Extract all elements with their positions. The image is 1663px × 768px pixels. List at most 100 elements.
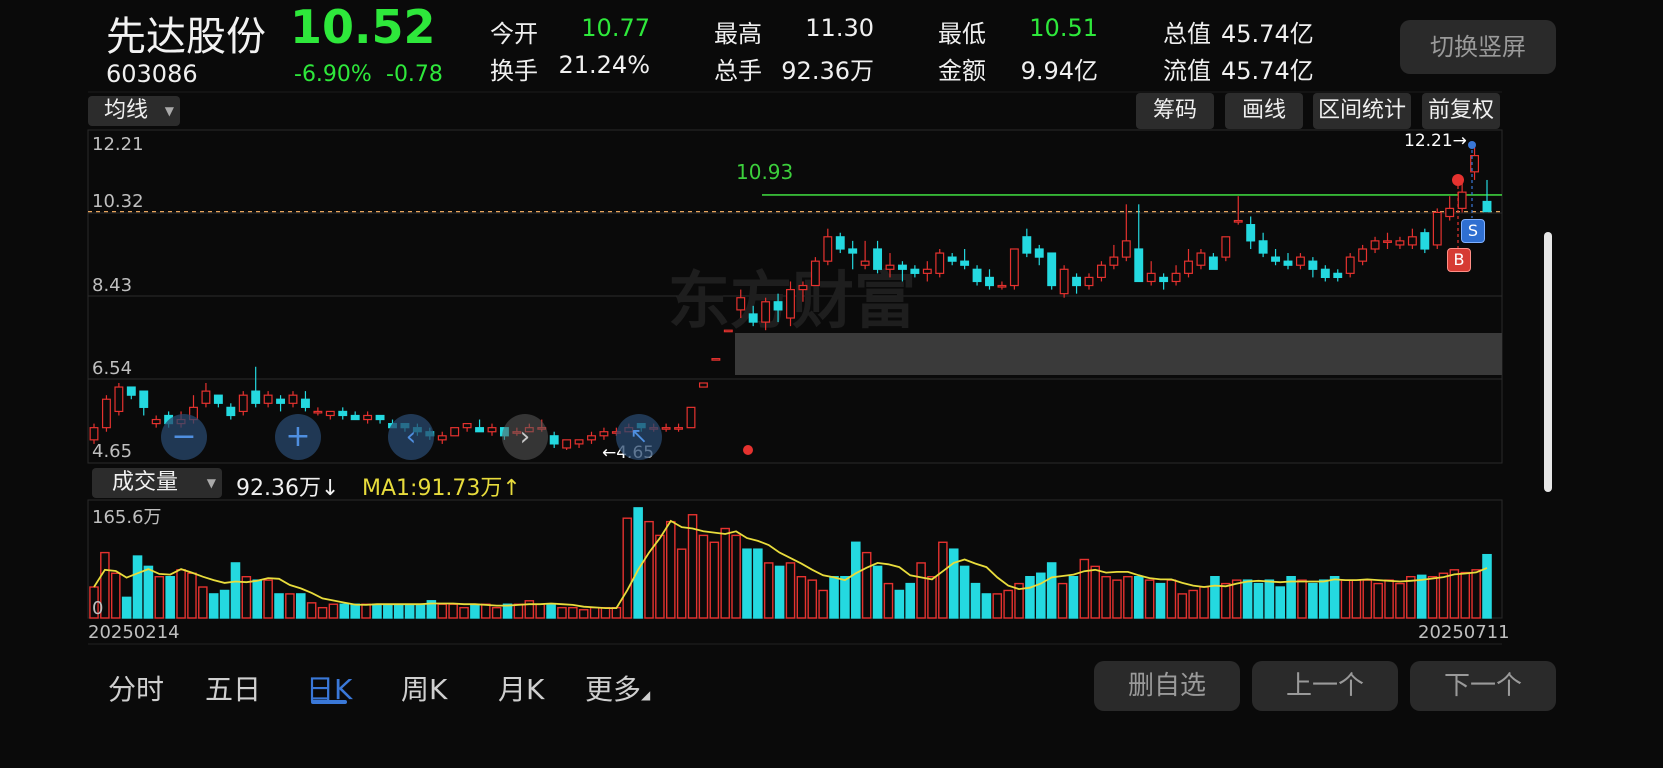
indicator-selector[interactable]: 成交量 ▼ <box>92 468 222 498</box>
tab-intraday[interactable]: 分时 <box>108 668 164 708</box>
candle-body <box>686 406 696 429</box>
volume-bar <box>230 562 241 619</box>
zoom-in-button[interactable]: + <box>275 414 321 460</box>
candle-body <box>151 418 161 425</box>
minus-icon: − <box>171 419 197 454</box>
candle-body <box>947 256 957 262</box>
volume-bar <box>437 603 448 619</box>
tab-more[interactable]: 更多◢ <box>585 668 650 708</box>
tab-more-label: 更多 <box>585 673 642 706</box>
zoom-out-button[interactable]: − <box>161 414 207 460</box>
volume-bar <box>1406 575 1416 619</box>
next-stock-button[interactable]: 下一个 <box>1410 661 1556 711</box>
indicator-selector-label: 成交量 <box>112 470 179 495</box>
candle-body <box>711 358 721 361</box>
volume-bar <box>785 562 796 619</box>
volume-bar <box>1329 575 1340 619</box>
candle-body <box>462 423 472 429</box>
candle-body <box>873 248 883 270</box>
volume-bar <box>491 606 502 619</box>
sell-badge[interactable]: S <box>1461 219 1485 243</box>
corner-arrow-icon: ◢ <box>641 688 651 702</box>
tab-five-day[interactable]: 五日 <box>205 668 261 708</box>
candle-body <box>1308 260 1318 270</box>
volume-bar <box>1395 582 1405 619</box>
volume-bar <box>753 548 763 619</box>
volume-bar <box>861 551 872 619</box>
candle-body <box>276 398 286 404</box>
candle-body <box>450 427 460 437</box>
candle-body <box>997 284 1007 288</box>
volume-bar <box>165 575 175 619</box>
candle-body <box>562 439 572 449</box>
volume-bar <box>263 579 273 619</box>
candle-body <box>823 236 833 262</box>
pan-right-button[interactable]: › <box>502 414 548 460</box>
pan-left-button[interactable]: ‹ <box>388 414 434 460</box>
candle-body <box>1072 276 1082 287</box>
volume-bar <box>938 541 948 619</box>
volume-current: 92.36万↓ <box>236 476 340 501</box>
buy-badge[interactable]: B <box>1447 248 1471 272</box>
previous-stock-button[interactable]: 上一个 <box>1252 661 1398 711</box>
sell-point-dot <box>1468 141 1476 149</box>
candle-body <box>1059 268 1069 295</box>
volume-bar <box>361 603 371 619</box>
volume-bar <box>1199 586 1209 619</box>
volume-bar <box>1427 575 1438 619</box>
candle-body <box>599 431 609 437</box>
start-date-label: 20250214 <box>88 622 180 643</box>
candle-body <box>885 264 895 270</box>
candle-body <box>1109 256 1119 266</box>
candle-body <box>1047 252 1057 287</box>
tab-monthly-k[interactable]: 月K <box>498 668 544 708</box>
volume-bar <box>1438 572 1449 619</box>
candle-body <box>1271 256 1281 262</box>
candle-body <box>848 248 858 254</box>
candle-body <box>89 427 99 441</box>
volume-bar <box>720 527 730 619</box>
volume-bar <box>1144 579 1155 619</box>
scrollbar[interactable] <box>1544 232 1552 492</box>
volume-bar <box>448 603 458 619</box>
y-label: 6.54 <box>92 358 133 379</box>
high-line-label: 10.93 <box>736 160 794 184</box>
volume-bar <box>1373 582 1383 619</box>
candle-body <box>835 236 845 250</box>
volume-bar <box>655 534 665 619</box>
volume-bar <box>1036 572 1046 619</box>
candle-body <box>139 390 149 408</box>
volume-bar <box>1318 579 1329 619</box>
volume-bar <box>1308 582 1318 619</box>
volume-bar <box>1416 574 1427 619</box>
volume-bar <box>905 582 915 619</box>
volume-bar <box>208 593 219 619</box>
y-label: 10.32 <box>92 191 144 212</box>
candlestick-chart[interactable]: 东方财富 <box>0 0 1663 768</box>
candle-body <box>1159 276 1169 283</box>
y-label: 4.65 <box>92 441 133 462</box>
volume-bar <box>600 606 611 619</box>
volume-bar <box>110 572 121 619</box>
volume-bar <box>176 569 186 619</box>
candle-body <box>897 264 907 270</box>
reset-view-button[interactable]: ↖ <box>616 414 662 460</box>
y-label: 8.43 <box>92 275 133 296</box>
remove-watchlist-button[interactable]: 删自选 <box>1094 661 1240 711</box>
volume-bar <box>535 603 545 619</box>
candle-body <box>1196 252 1206 266</box>
tab-weekly-k[interactable]: 周K <box>401 668 447 708</box>
candle-body <box>1383 240 1392 243</box>
volume-bar <box>948 548 959 619</box>
volume-bar <box>1460 571 1471 619</box>
candle-body <box>300 398 310 408</box>
candle-body <box>910 268 920 274</box>
y-label: 12.21 <box>92 134 144 155</box>
candle-body <box>338 410 348 417</box>
candle-body <box>786 288 795 319</box>
volume-bar <box>687 514 698 619</box>
volume-bar <box>1471 569 1481 619</box>
volume-ma1: MA1:91.73万↑ <box>362 476 521 501</box>
candle-body <box>1121 240 1131 258</box>
candle-body <box>101 398 111 429</box>
